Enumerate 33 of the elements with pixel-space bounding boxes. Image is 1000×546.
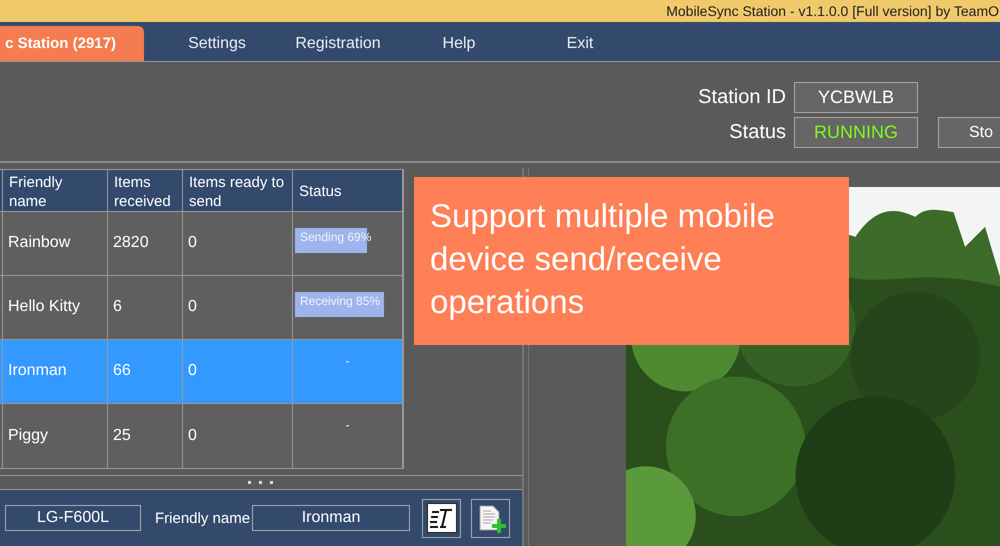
status-text: - xyxy=(344,354,350,368)
table-cell: 2820 xyxy=(108,212,183,276)
banner-text: Support multiple mobile device send/receive operations xyxy=(430,196,776,322)
table-cell: 0 xyxy=(183,212,293,276)
station-id-label: Station ID xyxy=(698,86,786,110)
table-cell: 25 xyxy=(108,404,183,468)
table-cell: 6 xyxy=(108,276,183,340)
model-field[interactable]: LG-F600L xyxy=(5,505,141,531)
progress-text: Receiving 85% xyxy=(299,294,380,308)
status-label: Status xyxy=(728,121,786,144)
station-id-value: YCBWLB xyxy=(794,82,918,114)
table-cell: 0 xyxy=(183,404,293,468)
text-icon-button[interactable] xyxy=(422,498,462,538)
table-cell: Rainbow xyxy=(3,212,108,276)
table-cell: 0 xyxy=(183,276,293,340)
stop-button[interactable]: Sto xyxy=(938,117,1000,148)
friendly-name-field[interactable]: Ironman xyxy=(252,505,410,531)
column-header: Status xyxy=(293,170,403,212)
table-cell: Hello Kitty xyxy=(3,276,108,340)
status-text: - xyxy=(344,418,350,432)
table-cell: 0 xyxy=(183,340,293,404)
column-header: Friendly name xyxy=(3,170,108,212)
add-document-button[interactable] xyxy=(471,498,510,538)
status-value: RUNNING xyxy=(794,117,918,148)
splitter-handle[interactable] xyxy=(248,480,274,484)
text-format-icon xyxy=(426,503,457,533)
window-title: MobileSync Station - v1.1.0.0 [Full version] by TeamO xyxy=(666,3,999,20)
column-header: Items received xyxy=(108,170,183,212)
table-cell: 66 xyxy=(108,340,183,404)
table-cell: Piggy xyxy=(3,404,108,468)
friendly-name-label: Friendly name xyxy=(155,510,250,526)
column-header: Items ready to send xyxy=(183,170,293,212)
table-cell: Ironman xyxy=(3,340,108,404)
